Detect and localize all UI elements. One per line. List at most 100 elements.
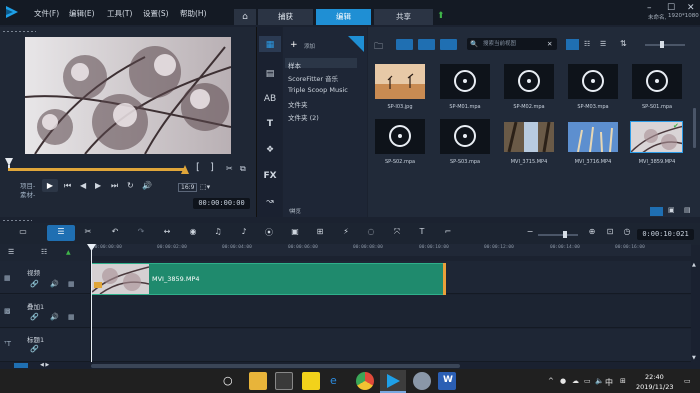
media-thumb-mvi-3716[interactable] bbox=[568, 122, 618, 152]
chapter-point-icon[interactable]: ⌐ bbox=[441, 227, 455, 236]
ime-indicator[interactable]: 中 bbox=[605, 377, 613, 388]
chapter-menu-icon[interactable]: ☷ bbox=[41, 248, 47, 256]
search-input[interactable]: 搜索当前视图 bbox=[467, 38, 557, 50]
tree-item-scorefitter[interactable]: ScoreFitter 音乐 bbox=[288, 73, 338, 83]
mask-creator-icon[interactable]: ◌ bbox=[364, 227, 378, 236]
track-manager-icon[interactable]: ☰ bbox=[8, 248, 14, 256]
track-toggle-button[interactable] bbox=[14, 363, 28, 368]
clock-date[interactable]: 2019/11/23 bbox=[636, 383, 673, 391]
title-icon[interactable]: T bbox=[263, 119, 277, 129]
home-button[interactable]: ⌂ bbox=[234, 9, 256, 25]
subtitle-editor-icon[interactable]: ▣ bbox=[288, 227, 302, 236]
tree-item-triple-scoop[interactable]: Triple Scoop Music bbox=[288, 86, 348, 94]
timeline-vscroll[interactable] bbox=[691, 261, 700, 363]
speaker-icon[interactable]: 🔈 bbox=[595, 377, 604, 385]
media-thumb-sp-i03[interactable] bbox=[375, 64, 425, 99]
filter-fx-icon[interactable]: FX bbox=[263, 171, 277, 181]
menu-settings[interactable]: 设置(S) bbox=[143, 8, 169, 19]
storyboard-view-icon[interactable]: ▭ bbox=[16, 227, 30, 236]
tab-capture[interactable]: 捕获 bbox=[257, 9, 313, 25]
sort-icon[interactable]: ⇅ bbox=[620, 39, 627, 48]
file-explorer-icon[interactable] bbox=[249, 372, 267, 390]
track-volume-icon[interactable]: 🔊 bbox=[50, 313, 59, 321]
path-icon[interactable]: ↝ bbox=[263, 197, 277, 207]
auto-music-icon[interactable]: ♪ bbox=[237, 227, 251, 236]
minimize-icon[interactable]: – bbox=[647, 3, 652, 13]
motion-tracking-icon[interactable]: ⦿ bbox=[262, 227, 276, 238]
instant-project-icon[interactable]: ▤ bbox=[263, 69, 277, 79]
tray-app-icon[interactable]: ● bbox=[560, 377, 566, 385]
show-photo-button[interactable] bbox=[418, 39, 435, 50]
close-icon[interactable]: ✕ bbox=[687, 3, 695, 13]
timeline-timecode[interactable]: 0:00:10:021 bbox=[637, 229, 694, 240]
panel-options-icon[interactable]: ▤ bbox=[684, 206, 691, 214]
maximize-icon[interactable]: ☐ bbox=[667, 3, 675, 13]
track-ripple-icon[interactable]: ▦ bbox=[68, 313, 75, 321]
next-frame-icon[interactable]: ▶ bbox=[95, 181, 101, 190]
split-clip-icon[interactable]: ✂ bbox=[226, 164, 233, 173]
scroll-left-icon[interactable]: ◀ ▶ bbox=[40, 362, 49, 368]
list-view-icon[interactable]: ☷ bbox=[584, 40, 590, 48]
edge-icon[interactable]: e bbox=[330, 374, 337, 387]
clock-time[interactable]: 22:40 bbox=[645, 373, 664, 381]
mark-out-icon[interactable]: ] bbox=[210, 162, 214, 173]
repeat-icon[interactable]: ↻ bbox=[127, 181, 134, 190]
media-thumb-sp-m02[interactable] bbox=[504, 64, 554, 99]
trim-bar[interactable] bbox=[8, 168, 186, 171]
go-to-start-icon[interactable]: ⏮ bbox=[64, 181, 71, 191]
timeline-hscroll-thumb[interactable] bbox=[91, 364, 460, 368]
tree-item-samples[interactable]: 样本 bbox=[288, 60, 301, 70]
tree-item-folder[interactable]: 文件夹 bbox=[288, 99, 308, 109]
cortana-icon[interactable]: ○ bbox=[223, 374, 233, 387]
record-capture-icon[interactable]: ◉ bbox=[186, 227, 200, 236]
track-volume-icon[interactable]: 🔊 bbox=[50, 280, 59, 288]
previous-frame-icon[interactable]: ◀ bbox=[80, 181, 86, 190]
tools-icon[interactable]: ✂ bbox=[81, 227, 95, 236]
play-button[interactable]: ▶ bbox=[42, 179, 58, 192]
videostudio-taskbar-icon[interactable] bbox=[384, 372, 402, 390]
mark-in-icon[interactable]: [ bbox=[196, 162, 200, 173]
menu-edit[interactable]: 编辑(E) bbox=[69, 8, 95, 19]
tree-item-folder-2[interactable]: 文件夹 (2) bbox=[288, 112, 319, 122]
scroll-down-icon[interactable]: ▼ bbox=[692, 355, 696, 361]
notifications-icon[interactable]: ▭ bbox=[684, 377, 691, 385]
clear-search-icon[interactable]: ✕ bbox=[547, 40, 552, 48]
media-scrollbar[interactable] bbox=[693, 108, 696, 148]
media-thumb-sp-s01[interactable] bbox=[632, 64, 682, 99]
playhead-marker-icon[interactable] bbox=[87, 244, 96, 251]
zoom-slider-handle[interactable] bbox=[563, 231, 567, 238]
menu-tools[interactable]: 工具(T) bbox=[107, 8, 132, 19]
menu-file[interactable]: 文件(F) bbox=[34, 8, 59, 19]
chrome-icon[interactable] bbox=[356, 372, 374, 390]
media-thumb-sp-m01[interactable] bbox=[440, 64, 490, 99]
pan-zoom-icon[interactable]: ⤧ bbox=[390, 227, 404, 237]
media-thumb-sp-s03[interactable] bbox=[440, 119, 490, 154]
zoom-slider[interactable] bbox=[538, 234, 578, 236]
trim-end-handle[interactable] bbox=[181, 165, 189, 174]
zoom-out-icon[interactable]: − bbox=[523, 227, 537, 236]
clip-mode-label[interactable]: 素材- bbox=[20, 189, 35, 199]
time-remapping-icon[interactable]: ⚡ bbox=[339, 227, 353, 236]
zoom-in-icon[interactable]: ⊕ bbox=[585, 227, 599, 236]
title-track[interactable] bbox=[0, 329, 691, 362]
library-corner-icon[interactable] bbox=[348, 36, 364, 52]
link-icon[interactable]: 🔗 bbox=[30, 313, 39, 321]
sound-mixer-icon[interactable]: ♫ bbox=[211, 227, 225, 236]
library-panel-button[interactable] bbox=[650, 207, 663, 216]
link-icon[interactable]: 🔗 bbox=[30, 280, 39, 288]
tray-chevron-icon[interactable]: ^ bbox=[548, 377, 554, 385]
volume-icon[interactable]: 🔊 bbox=[142, 181, 152, 190]
multi-camera-icon[interactable]: ⊞ bbox=[313, 227, 327, 236]
undo-icon[interactable]: ↶ bbox=[108, 227, 122, 236]
timeline-grip[interactable] bbox=[2, 219, 32, 222]
media-thumb-sp-s02[interactable] bbox=[375, 119, 425, 154]
panel-grip[interactable] bbox=[2, 30, 36, 33]
go-to-end-icon[interactable]: ⏭ bbox=[111, 181, 118, 191]
add-track-icon[interactable]: ▲ bbox=[66, 249, 71, 256]
fit-timeline-icon[interactable]: ⊡ bbox=[603, 227, 617, 236]
media-thumb-mvi-3715[interactable] bbox=[504, 122, 554, 152]
tab-edit[interactable]: 编辑 bbox=[315, 9, 371, 25]
preview-timecode[interactable]: 00:00:00:00 bbox=[193, 198, 250, 209]
menu-help[interactable]: 帮助(H) bbox=[180, 8, 207, 19]
upload-arrow-icon[interactable]: ⬆ bbox=[437, 11, 445, 21]
